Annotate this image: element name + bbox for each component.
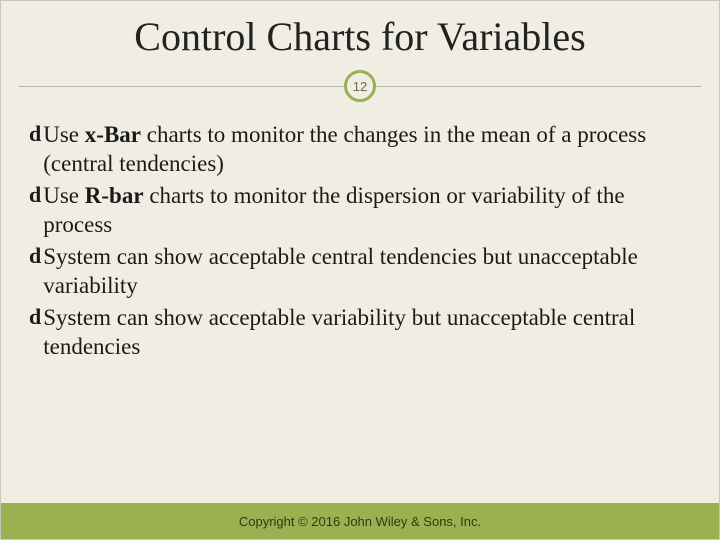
bullet-icon: d: [29, 242, 41, 271]
bullet-icon: d: [29, 303, 41, 332]
footer-text: Copyright © 2016 John Wiley & Sons, Inc.: [239, 514, 481, 529]
content-area: d Use x-Bar charts to monitor the change…: [1, 102, 719, 362]
slide: Control Charts for Variables 12 d Use x-…: [0, 0, 720, 540]
page-title: Control Charts for Variables: [1, 1, 719, 70]
footer-bar: Copyright © 2016 John Wiley & Sons, Inc.: [1, 503, 719, 539]
list-item: d System can show acceptable variability…: [29, 303, 691, 362]
bullet-text: Use R-bar charts to monitor the dispersi…: [43, 181, 691, 240]
bullet-text: System can show acceptable variability b…: [43, 303, 691, 362]
bullet-text: System can show acceptable central tende…: [43, 242, 691, 301]
list-item: d Use R-bar charts to monitor the disper…: [29, 181, 691, 240]
list-item: d System can show acceptable central ten…: [29, 242, 691, 301]
list-item: d Use x-Bar charts to monitor the change…: [29, 120, 691, 179]
bullet-icon: d: [29, 181, 41, 210]
divider: 12: [19, 70, 701, 102]
page-number-badge: 12: [344, 70, 376, 102]
bullet-icon: d: [29, 120, 41, 149]
page-number: 12: [353, 79, 367, 94]
bullet-text: Use x-Bar charts to monitor the changes …: [43, 120, 691, 179]
